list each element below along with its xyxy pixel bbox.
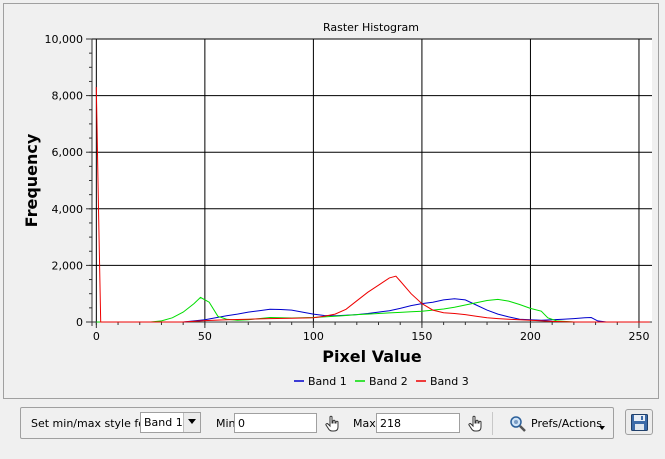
x-axis-title: Pixel Value	[322, 347, 422, 366]
save-histogram-button[interactable]	[625, 409, 653, 435]
legend-label-3: Band 3	[430, 375, 469, 388]
plot-area	[92, 39, 652, 322]
y-tick-label: 0	[76, 316, 83, 329]
minmax-style-label: Set min/max style for	[31, 417, 150, 430]
legend-label-1: Band 1	[308, 375, 347, 388]
floppy-disk-icon	[631, 414, 648, 431]
histogram-panel: Raster Histogram 0 50 100 150 200 250 0 2,000 4,0…	[3, 3, 659, 399]
band-select-value: Band 1	[144, 416, 183, 429]
prefs-actions-button[interactable]: Prefs/Actions	[503, 412, 608, 435]
y-tick-label: 6,000	[52, 146, 84, 159]
legend-label-2: Band 2	[369, 375, 408, 388]
band-select[interactable]: Band 1	[140, 412, 201, 433]
x-tick-label: 150	[411, 330, 432, 343]
x-tick-label: 200	[520, 330, 541, 343]
chevron-down-icon	[188, 419, 196, 424]
x-tick-label: 250	[628, 330, 649, 343]
prefs-actions-label: Prefs/Actions	[531, 417, 602, 430]
y-tick-label: 2,000	[52, 259, 84, 272]
hand-pointer-icon	[468, 415, 482, 432]
x-tick-label: 0	[93, 330, 100, 343]
y-tick-label: 8,000	[52, 90, 84, 103]
chart-title: Raster Histogram	[323, 21, 419, 34]
max-label: Max	[353, 417, 376, 430]
toolbar-separator	[492, 412, 493, 435]
min-label: Min	[216, 417, 236, 430]
min-picker-button[interactable]	[324, 415, 342, 433]
histogram-chart: Raster Histogram 0 50 100 150 200 250 0 2,000 4,0…	[22, 21, 652, 388]
y-tick-label: 4,000	[52, 203, 84, 216]
hand-pointer-icon	[325, 415, 339, 432]
y-axis-title: Frequency	[22, 133, 41, 227]
x-tick-label: 50	[198, 330, 212, 343]
band-select-dropdown-button[interactable]	[183, 413, 200, 432]
histogram-toolbar: Set min/max style for Band 1 Min Max Pre…	[20, 407, 614, 439]
y-tick-label: 10,000	[45, 33, 84, 46]
max-picker-button[interactable]	[467, 415, 485, 433]
x-tick-label: 100	[303, 330, 324, 343]
min-input[interactable]	[234, 413, 317, 433]
max-input[interactable]	[376, 413, 460, 433]
magnifier-gear-icon	[509, 415, 527, 436]
chevron-down-icon	[599, 426, 605, 430]
